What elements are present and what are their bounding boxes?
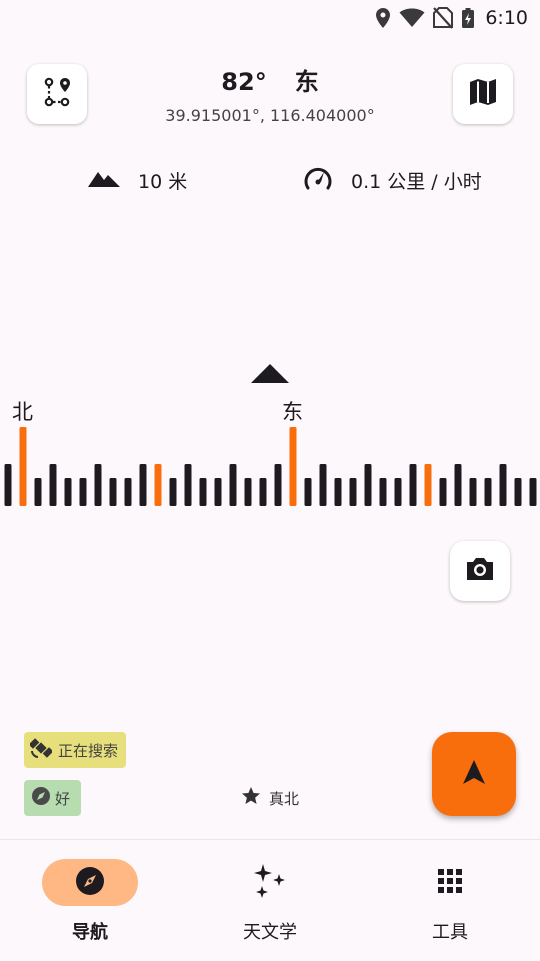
compass-tick-major [94,464,102,506]
compass-tick-minor [79,478,87,506]
compass-tick-minor [214,478,222,506]
navigation-arrow-icon [461,759,487,789]
camera-button[interactable] [450,541,510,601]
speed-value: 0.1 公里 / 小时 [351,170,482,193]
compass-tick-minor [469,478,477,506]
mountain-icon [88,168,120,192]
compass-tick-minor [199,478,207,506]
compass-tick-cardinal [19,427,27,506]
nav-label-tools: 工具 [432,922,468,943]
direction-value: 东 [294,68,319,96]
map-icon [468,77,498,111]
bottom-navigation: 导航 天文学 工具 [0,839,540,961]
camera-icon [464,555,496,587]
star-icon [241,786,269,810]
sparkle-icon [252,862,288,904]
compass-tick-major [409,464,417,506]
compass-tick-major [499,464,507,506]
satellite-icon [24,737,58,763]
compass-tick-intercardinal [154,464,162,506]
nav-item-navigation[interactable]: 导航 [0,840,180,961]
nav-item-astronomy[interactable]: 天文学 [180,840,360,961]
compass-tick-minor [34,478,42,506]
compass-tick-minor [109,478,117,506]
no-sim-icon [433,7,454,29]
location-icon [375,7,391,29]
compass-tick-major [274,464,282,506]
status-time: 6:10 [485,7,528,29]
nav-indicator [402,859,498,906]
compass-tick-minor [529,478,537,506]
compass-tick-minor [394,478,402,506]
heading-pointer [251,364,289,383]
elevation-stat: 10 米 [88,166,187,194]
gps-status-text: 正在搜索 [58,741,119,760]
nav-label-navigation: 导航 [72,922,108,943]
navigate-fab[interactable] [432,732,516,816]
compass-tick-minor [484,478,492,506]
elevation-value: 10 米 [138,170,188,193]
nav-indicator [222,859,318,906]
nav-indicator [42,859,138,906]
speed-stat: 0.1 公里 / 小时 [303,166,482,194]
compass-tick-minor [304,478,312,506]
speedometer-icon [303,164,333,196]
compass-tick-minor [334,478,342,506]
compass-strip[interactable] [0,420,540,510]
compass-tick-intercardinal [424,464,432,506]
azimuth-value: 82° [221,68,267,96]
compass-tick-minor [169,478,177,506]
compass-tick-major [4,464,12,506]
nav-label-astronomy: 天文学 [243,922,297,943]
compass-tick-cardinal [289,427,297,506]
compass-tick-major [49,464,57,506]
compass-small-icon [24,786,55,810]
compass-tick-major [454,464,462,506]
north-mode-text: 真北 [269,789,300,808]
compass-tick-minor [514,478,522,506]
apps-grid-icon [437,868,463,898]
wifi-icon [399,8,425,28]
compass-icon [75,866,105,900]
nav-item-tools[interactable]: 工具 [360,840,540,961]
battery-charging-icon [461,7,475,29]
compass-tick-major [364,464,372,506]
true-north-indicator: 真北 [241,786,299,810]
map-button[interactable] [453,64,513,124]
accuracy-text: 好 [55,789,71,808]
compass-tick-minor [64,478,72,506]
compass-tick-minor [124,478,132,506]
compass-tick-major [319,464,327,506]
compass-tick-minor [244,478,252,506]
status-bar: 6:10 [0,0,540,36]
compass-tick-minor [349,478,357,506]
compass-tick-major [184,464,192,506]
compass-tick-minor [379,478,387,506]
compass-tick-major [139,464,147,506]
compass-tick-minor [259,478,267,506]
compass-tick-major [229,464,237,506]
gps-status-chip[interactable]: 正在搜索 [24,732,126,768]
accuracy-chip[interactable]: 好 [24,780,81,816]
compass-tick-minor [439,478,447,506]
